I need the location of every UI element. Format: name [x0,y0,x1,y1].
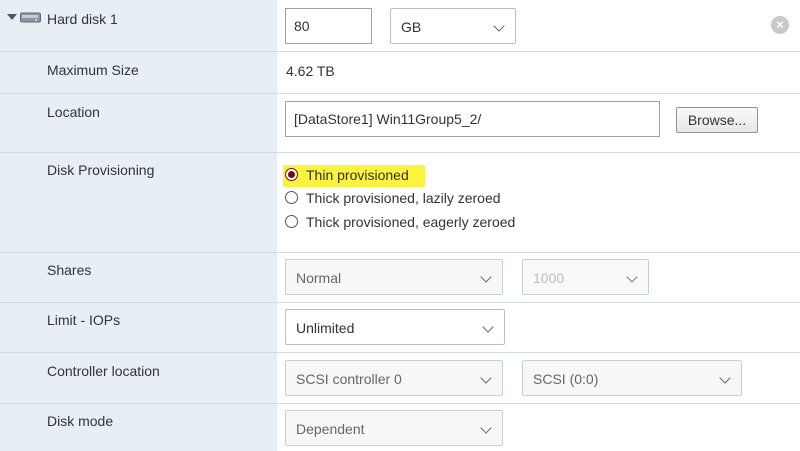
hard-disk-title[interactable]: Hard disk 1 [47,10,118,28]
disk-provisioning-label: Disk Provisioning [47,162,155,178]
disk-mode-label: Disk mode [47,413,114,429]
radio-button-selected[interactable] [285,168,298,181]
chevron-down-icon [626,271,638,283]
shares-select[interactable]: Normal [285,259,503,295]
radio-label: Thick provisioned, eagerly zeroed [306,214,516,230]
caret-down-icon[interactable] [7,14,17,20]
controller-value: SCSI controller 0 [296,371,402,387]
chevron-down-icon [482,321,494,333]
radio-button[interactable] [285,215,298,228]
shares-number-select: 1000 [522,259,649,295]
row-divider [0,93,800,94]
row-divider [0,302,800,303]
location-input[interactable]: [DataStore1] Win11Group5_2/ [285,101,660,137]
browse-button[interactable]: Browse... [676,107,758,133]
disk-size-unit-select[interactable]: GB [390,8,516,44]
hard-disk-icon [20,12,41,23]
chevron-down-icon [719,372,731,384]
chevron-down-icon [493,20,505,32]
row-divider [0,352,800,353]
disk-size-input[interactable]: 80 [285,8,372,44]
max-size-value: 4.62 TB [286,63,335,79]
radio-label: Thin provisioned [306,167,409,183]
shares-label: Shares [47,262,92,278]
limit-iops-label: Limit - IOPs [47,312,121,328]
row-divider [0,152,800,153]
controller-select[interactable]: SCSI controller 0 [285,360,503,396]
controller-slot-select[interactable]: SCSI (0:0) [522,360,742,396]
max-size-label: Maximum Size [47,62,139,78]
location-label: Location [47,104,100,120]
shares-value: Normal [296,270,342,286]
radio-button[interactable] [285,191,298,204]
row-divider [0,51,800,52]
chevron-down-icon [480,372,492,384]
disk-mode-value: Dependent [296,421,365,437]
disk-mode-select[interactable]: Dependent [285,410,503,446]
limit-iops-value: Unlimited [296,320,355,336]
limit-iops-select[interactable]: Unlimited [285,309,505,345]
chevron-down-icon [480,422,492,434]
shares-number-value: 1000 [533,270,565,286]
row-divider [0,403,800,404]
chevron-down-icon [480,271,492,283]
radio-label: Thick provisioned, lazily zeroed [306,190,501,206]
controller-location-label: Controller location [47,363,160,379]
controller-slot-value: SCSI (0:0) [533,371,599,387]
disk-size-unit-value: GB [401,19,422,35]
remove-circle-icon[interactable]: × [771,16,789,34]
row-divider [0,252,800,253]
